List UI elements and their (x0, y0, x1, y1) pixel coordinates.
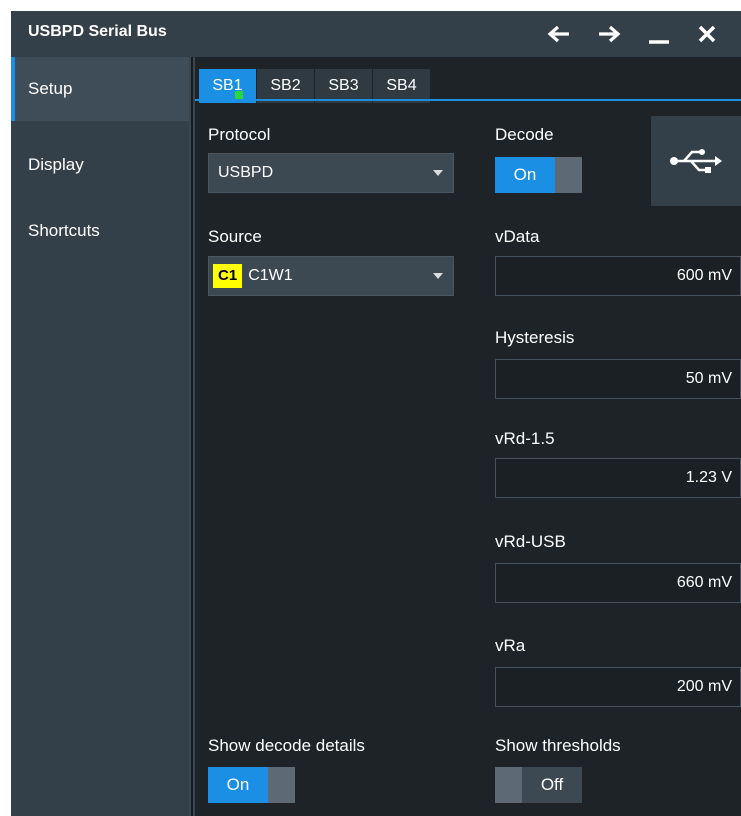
tab-label: SB2 (270, 77, 301, 94)
active-indicator (235, 91, 243, 99)
vrdusb-field[interactable]: 660 mV (495, 563, 741, 603)
source-label: Source (208, 227, 262, 246)
channel-badge: C1 (213, 264, 243, 288)
source-dropdown[interactable]: C1 C1W1 (208, 256, 454, 296)
sidebar: Setup Display Shortcuts (11, 57, 189, 816)
tab-sb4[interactable]: SB4 (373, 69, 431, 103)
tab-strip: SB1 SB2 SB3 SB4 (195, 57, 741, 103)
sidebar-item-label: Setup (28, 79, 73, 98)
tab-sb1[interactable]: SB1 (199, 69, 257, 103)
toggle-state: On (208, 767, 268, 803)
chevron-down-icon (433, 273, 443, 279)
hysteresis-field[interactable]: 50 mV (495, 359, 741, 399)
tab-sb3[interactable]: SB3 (315, 69, 373, 103)
tab-sb2[interactable]: SB2 (257, 69, 315, 103)
toggle-state: Off (522, 767, 582, 803)
vra-label: vRa (495, 636, 526, 655)
chevron-down-icon (433, 170, 443, 176)
source-value: C1W1 (248, 267, 293, 284)
sidebar-item-label: Shortcuts (28, 221, 100, 240)
splitter[interactable] (189, 57, 195, 816)
sidebar-item-display[interactable]: Display (11, 135, 189, 195)
decode-toggle[interactable]: On (495, 157, 582, 193)
sidebar-item-label: Display (28, 155, 84, 174)
arrow-right-icon[interactable] (589, 11, 629, 57)
sidebar-item-setup[interactable]: Setup (11, 57, 189, 121)
show-thresholds-toggle[interactable]: Off (495, 767, 582, 803)
usbpd-serial-bus-dialog: USBPD Serial Bus Setup Display Shortcuts… (11, 11, 741, 816)
protocol-dropdown[interactable]: USBPD (208, 153, 454, 193)
decode-label: Decode (495, 125, 554, 144)
hysteresis-label: Hysteresis (495, 328, 575, 347)
show-thresholds-label: Show thresholds (495, 736, 621, 755)
minimize-icon[interactable] (639, 11, 679, 57)
toggle-knob (495, 767, 522, 803)
usb-icon[interactable] (651, 116, 741, 206)
vdata-label: vData (495, 227, 540, 246)
sidebar-item-shortcuts[interactable]: Shortcuts (11, 199, 189, 263)
protocol-label: Protocol (208, 125, 271, 144)
toggle-knob (555, 157, 582, 193)
protocol-value: USBPD (218, 164, 274, 181)
tab-underline (195, 99, 741, 101)
vrd15-label: vRd-1.5 (495, 429, 555, 448)
vrdusb-label: vRd-USB (495, 532, 566, 551)
vdata-field[interactable]: 600 mV (495, 256, 741, 296)
title-bar: USBPD Serial Bus (11, 11, 741, 57)
toggle-state: On (495, 157, 555, 193)
vrd15-field[interactable]: 1.23 V (495, 458, 741, 498)
show-decode-details-label: Show decode details (208, 736, 365, 755)
dialog-title: USBPD Serial Bus (28, 23, 167, 40)
tab-label: SB4 (386, 77, 417, 94)
vra-field[interactable]: 200 mV (495, 667, 741, 707)
tab-label: SB3 (328, 77, 359, 94)
arrow-left-icon[interactable] (539, 11, 579, 57)
show-decode-details-toggle[interactable]: On (208, 767, 295, 803)
close-icon[interactable] (687, 11, 727, 57)
toggle-knob (268, 767, 295, 803)
